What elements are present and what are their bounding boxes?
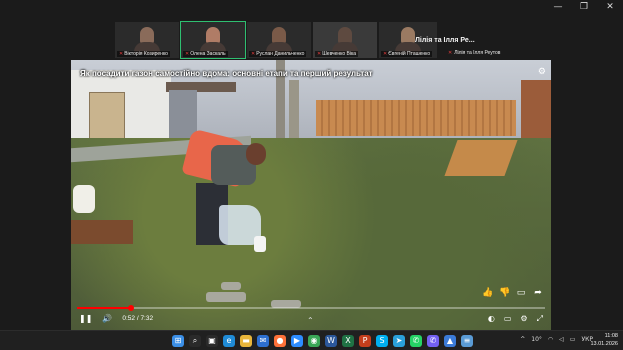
video-scene-jar (254, 236, 266, 252)
participant-tile-active[interactable]: ✕Олена Заскаль (180, 21, 246, 59)
clock-date: 13.01.2026 (590, 340, 618, 347)
video-scene-stone (206, 292, 246, 302)
participant-strip: ✕Вікторія Козиренко ✕Олена Заскаль ✕Русл… (115, 21, 437, 59)
like-icon[interactable]: 👍 (482, 288, 493, 298)
participant-name: ✕Руслан Данильченко (249, 51, 307, 57)
participant-name: ✕Шевченко Віка (315, 51, 359, 57)
playback-controls: ❚❚ 🔊 0:52 / 7:32 (79, 314, 153, 323)
powerpoint-icon[interactable]: P (359, 335, 371, 347)
settings-icon[interactable]: ⚙ (520, 314, 527, 324)
notepad-icon[interactable]: ≡ (461, 335, 473, 347)
video-scene-bottle (73, 185, 95, 213)
clock-time: 11:08 (604, 333, 618, 339)
participant-video (266, 27, 292, 54)
edge-icon[interactable]: e (223, 335, 235, 347)
player-settings: ◐ ▭ ⚙ ⤢ (488, 314, 543, 324)
firefox-icon[interactable]: ● (274, 335, 286, 347)
mic-muted-icon: ✕ (448, 50, 453, 56)
system-tray: ^ 10° ◠ ◁ ▭ УКР (520, 336, 593, 343)
viber-icon[interactable]: ✆ (427, 335, 439, 347)
fullscreen-icon[interactable]: ⤢ (537, 314, 543, 324)
speaker-icon[interactable]: ◁ (559, 336, 564, 343)
photos-icon[interactable]: ▲ (444, 335, 456, 347)
featured-participant-name: ✕ Лілія та Ілля Реутов (448, 50, 501, 56)
zoom-icon[interactable]: ▶ (291, 335, 303, 347)
mic-muted-icon: ✕ (251, 51, 256, 57)
captions-icon[interactable]: ▭ (504, 314, 512, 324)
minimize-button[interactable]: — (551, 2, 565, 12)
task-view-icon[interactable]: ▣ (206, 335, 218, 347)
progress-fill (77, 307, 131, 309)
weather-temperature[interactable]: 10° (531, 336, 542, 343)
mic-muted-icon: ✕ (383, 51, 388, 57)
video-scene-fence (316, 100, 516, 136)
participant-video (332, 27, 358, 54)
skype-icon[interactable]: S (376, 335, 388, 347)
autoplay-toggle-icon[interactable]: ◐ (488, 314, 495, 324)
taskbar-apps: ⊞ ⌕ ▣ e ▬ ✉ ● ▶ ◉ W X P S ➤ ✆ ✆ ▲ ≡ (172, 335, 473, 347)
dislike-icon[interactable]: 👎 (499, 288, 510, 298)
progress-bar[interactable] (77, 305, 545, 311)
word-icon[interactable]: W (325, 335, 337, 347)
windows-start-icon[interactable]: ⊞ (172, 335, 184, 347)
maximize-button[interactable]: ❐ (577, 2, 591, 12)
person-head (246, 143, 266, 165)
clock[interactable]: 11:08 13.01.2026 (590, 333, 618, 348)
battery-icon[interactable]: ▭ (570, 336, 576, 343)
video-player[interactable]: Як посадити газон самостійно вдома: осно… (71, 60, 551, 330)
file-explorer-icon[interactable]: ▬ (240, 335, 252, 347)
participant-tile[interactable]: ✕Вікторія Козиренко (115, 22, 179, 58)
more-options-icon[interactable]: ⚙ (538, 66, 546, 77)
chrome-icon[interactable]: ◉ (308, 335, 320, 347)
volume-icon[interactable]: 🔊 (102, 314, 112, 323)
search-icon[interactable]: ⌕ (189, 335, 201, 347)
taskbar: ⊞ ⌕ ▣ e ▬ ✉ ● ▶ ◉ W X P S ➤ ✆ ✆ ▲ ≡ ^ 10° ◠ ◁ ▭ УКР 11:08… (0, 330, 623, 350)
chevron-up-icon[interactable]: ⌃ (307, 316, 314, 325)
participant-name: ✕Євгеній Пташенко (381, 51, 433, 57)
comment-icon[interactable]: ▭ (516, 288, 526, 298)
video-scene-table (71, 220, 133, 244)
mic-muted-icon: ✕ (185, 51, 190, 57)
pause-icon[interactable]: ❚❚ (79, 314, 92, 323)
participant-name: ✕Олена Заскаль (183, 51, 228, 57)
close-button[interactable]: ✕ (603, 2, 617, 12)
video-title[interactable]: Як посадити газон самостійно вдома: осно… (80, 69, 373, 78)
participant-video (134, 27, 160, 54)
mic-muted-icon: ✕ (119, 51, 124, 57)
video-scene-stone (221, 282, 241, 290)
wifi-icon[interactable]: ◠ (548, 336, 553, 343)
telegram-icon[interactable]: ➤ (393, 335, 405, 347)
participant-video (200, 27, 226, 54)
video-actions: 👍 👎 ▭ ➦ (482, 288, 543, 298)
mic-muted-icon: ✕ (317, 51, 322, 57)
participant-name: ✕Вікторія Козиренко (117, 51, 170, 57)
participant-tile[interactable]: ✕Шевченко Віка (313, 22, 377, 58)
time-display: 0:52 / 7:32 (122, 315, 154, 322)
mail-icon[interactable]: ✉ (257, 335, 269, 347)
tray-overflow-icon[interactable]: ^ (520, 336, 525, 343)
featured-participant-title[interactable]: Лілія та Ілля Ре... (415, 37, 475, 44)
share-icon[interactable]: ➦ (533, 288, 543, 298)
participant-video (395, 27, 421, 54)
whatsapp-icon[interactable]: ✆ (410, 335, 422, 347)
progress-knob[interactable] (127, 305, 134, 311)
window-controls: — ❐ ✕ (551, 2, 617, 12)
excel-icon[interactable]: X (342, 335, 354, 347)
participant-tile[interactable]: ✕Руслан Данильченко (247, 22, 311, 58)
